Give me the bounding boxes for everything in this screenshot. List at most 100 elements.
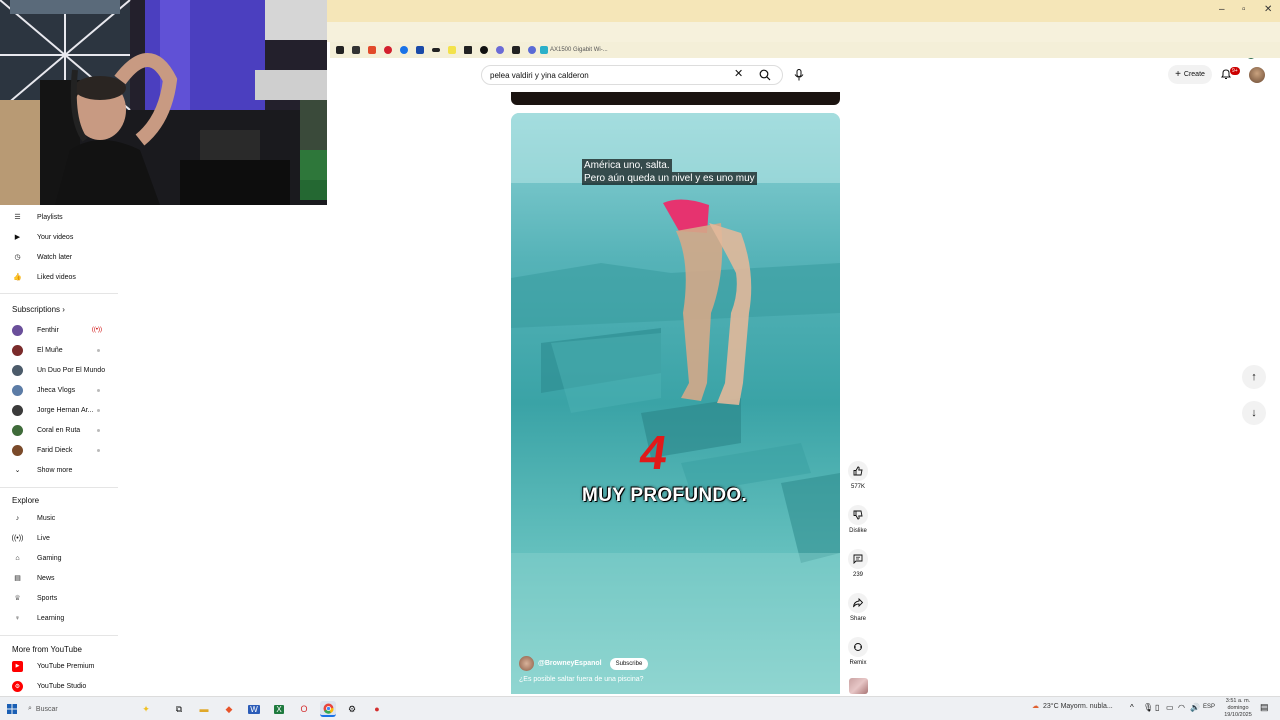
taskbar-search-input[interactable]: ⌕ Buscar bbox=[28, 700, 128, 718]
mic-tray-icon[interactable]: 🎙 bbox=[1143, 703, 1153, 712]
task-view-icon[interactable]: ⧉ bbox=[171, 701, 187, 717]
windows-start-icon[interactable] bbox=[4, 701, 20, 717]
sidebar-item-music[interactable]: ♪ Music bbox=[0, 508, 118, 528]
file-explorer-icon[interactable]: ▬ bbox=[196, 701, 212, 717]
volume-icon[interactable]: 🔊 bbox=[1190, 703, 1200, 712]
next-short-button[interactable]: ↓ bbox=[1242, 401, 1266, 425]
bookmark-icon[interactable] bbox=[348, 42, 364, 58]
bookmark-icon[interactable] bbox=[412, 42, 428, 58]
youtube-premium-icon: ▶ bbox=[12, 660, 23, 672]
chevron-up-icon[interactable]: ^ bbox=[1130, 703, 1134, 712]
language-indicator[interactable]: ESP bbox=[1203, 704, 1215, 710]
sidebar-item-subscription[interactable]: Farid Dieck bbox=[0, 440, 118, 460]
bookmark-icon[interactable] bbox=[364, 42, 380, 58]
bookmark-icon[interactable] bbox=[428, 42, 444, 58]
sidebar-item-news[interactable]: ▤ News bbox=[0, 568, 118, 588]
bookmark-icon[interactable] bbox=[332, 42, 348, 58]
search-icon bbox=[759, 69, 771, 81]
sidebar-item-subscription[interactable]: Jorge Hernan Ar... bbox=[0, 400, 118, 420]
word-icon[interactable]: W bbox=[246, 701, 262, 717]
remix-button[interactable]: Remix bbox=[845, 637, 871, 666]
bookmark-icon[interactable] bbox=[444, 42, 460, 58]
show-more-button[interactable]: ⌄ Show more bbox=[0, 460, 118, 480]
network-icon[interactable]: ▭ bbox=[1166, 703, 1174, 712]
channel-name[interactable]: @BrowneyEspanol bbox=[538, 660, 602, 667]
sidebar-item-label: Your videos bbox=[37, 233, 74, 241]
sidebar-item-subscription[interactable]: Jheca Vlogs bbox=[0, 380, 118, 400]
comment-icon bbox=[848, 549, 868, 569]
live-indicator-icon: ((•)) bbox=[91, 327, 102, 333]
sidebar-item-subscription[interactable]: Fenthir ((•)) bbox=[0, 320, 118, 340]
previous-short-preview[interactable] bbox=[511, 92, 840, 105]
bookmark-icon[interactable] bbox=[492, 42, 508, 58]
brave-browser-icon[interactable]: ◆ bbox=[221, 701, 237, 717]
battery-icon[interactable]: ▯ bbox=[1155, 703, 1159, 712]
bookmark-icon[interactable] bbox=[476, 42, 492, 58]
maximize-button[interactable]: ▫ bbox=[1242, 4, 1246, 15]
sidebar-item-liked-videos[interactable]: 👍 Liked videos bbox=[0, 267, 118, 287]
sidebar-item-label: Watch later bbox=[37, 253, 73, 261]
notification-center-icon[interactable]: ▤ bbox=[1260, 702, 1269, 713]
bookmark-icon[interactable] bbox=[460, 42, 476, 58]
comments-button[interactable]: 239 bbox=[845, 549, 871, 578]
short-title[interactable]: ¿Es posible saltar fuera de una piscina? bbox=[519, 676, 644, 683]
bookmark-icon[interactable] bbox=[524, 42, 540, 58]
subscriptions-heading[interactable]: Subscriptions › bbox=[12, 305, 65, 314]
sidebar-item-subscription[interactable]: El Muñe bbox=[0, 340, 118, 360]
bookmark-ax1500[interactable]: AX1500 Gigabit Wi-... bbox=[540, 42, 612, 58]
settings-gear-icon[interactable]: ⚙ bbox=[344, 701, 360, 717]
sidebar-item-subscription[interactable]: Un Duo Por El Mundo bbox=[0, 360, 118, 380]
chrome-icon[interactable] bbox=[320, 701, 336, 717]
close-window-button[interactable]: ✕ bbox=[1264, 4, 1272, 15]
clear-search-icon[interactable]: ✕ bbox=[734, 67, 743, 80]
dislike-button[interactable]: Dislike bbox=[845, 505, 871, 534]
voice-search-button[interactable] bbox=[788, 64, 810, 86]
share-button[interactable]: Share bbox=[845, 593, 871, 622]
previous-short-button[interactable]: ↑ bbox=[1242, 365, 1266, 389]
bookmark-icon[interactable] bbox=[508, 42, 524, 58]
bookmark-icon[interactable] bbox=[396, 42, 412, 58]
divider bbox=[0, 635, 118, 636]
sidebar-item-your-videos[interactable]: ▶ Your videos bbox=[0, 227, 118, 247]
clock-icon: ◷ bbox=[14, 254, 21, 261]
remix-icon bbox=[848, 637, 868, 657]
opera-icon[interactable]: O bbox=[296, 701, 312, 717]
divider bbox=[0, 487, 118, 488]
channel-avatar[interactable] bbox=[519, 656, 534, 671]
sidebar-item-subscription[interactable]: Coral en Ruta bbox=[0, 420, 118, 440]
audio-source-thumbnail[interactable] bbox=[849, 678, 868, 694]
create-button[interactable]: + Create bbox=[1168, 65, 1212, 84]
account-avatar[interactable] bbox=[1249, 67, 1265, 83]
video-frame bbox=[511, 113, 840, 694]
sidebar-item-learning[interactable]: ♀ Learning bbox=[0, 608, 118, 628]
clock[interactable]: 3:51 a. m. domingo 19/10/2025 bbox=[1218, 698, 1258, 719]
microphone-icon bbox=[794, 69, 804, 81]
news-icon: ▤ bbox=[14, 575, 21, 582]
sidebar-item-youtube-studio[interactable]: ⚙ YouTube Studio bbox=[0, 676, 118, 696]
search-button[interactable] bbox=[754, 65, 776, 85]
weather-icon: ☁ bbox=[1032, 703, 1039, 710]
trophy-icon: ♕ bbox=[14, 595, 21, 602]
subscribe-button[interactable]: Subscribe bbox=[609, 657, 649, 670]
sidebar-item-gaming[interactable]: ⌂ Gaming bbox=[0, 548, 118, 568]
wifi-icon[interactable]: ◠ bbox=[1178, 703, 1185, 712]
bookmark-icon[interactable] bbox=[380, 42, 396, 58]
like-button[interactable]: 577K bbox=[845, 461, 871, 490]
weather-widget[interactable]: ☁ 23°C Mayorm. nubla... bbox=[1032, 702, 1113, 711]
app-icon[interactable]: ● bbox=[369, 701, 385, 717]
bookmarks-bar: AX1500 Gigabit Wi-... bbox=[330, 42, 1280, 58]
sidebar-item-sports[interactable]: ♕ Sports bbox=[0, 588, 118, 608]
short-video-player[interactable] bbox=[511, 113, 840, 694]
youtube-studio-icon: ⚙ bbox=[12, 680, 23, 692]
excel-icon[interactable]: X bbox=[271, 701, 287, 717]
sidebar-item-watch-later[interactable]: ◷ Watch later bbox=[0, 247, 118, 267]
minimize-button[interactable]: – bbox=[1219, 4, 1225, 15]
channel-avatar bbox=[12, 384, 23, 396]
comment-count: 239 bbox=[852, 572, 863, 578]
sidebar-item-playlists[interactable]: ☰ Playlists bbox=[0, 207, 118, 227]
sidebar-item-live[interactable]: ((•)) Live bbox=[0, 528, 118, 548]
channel-row: @BrowneyEspanol Subscribe bbox=[519, 656, 649, 671]
thumbs-up-icon bbox=[848, 461, 868, 481]
copilot-sparkle-icon[interactable]: ✦ bbox=[138, 701, 154, 717]
sidebar-item-youtube-premium[interactable]: ▶ YouTube Premium bbox=[0, 656, 118, 676]
